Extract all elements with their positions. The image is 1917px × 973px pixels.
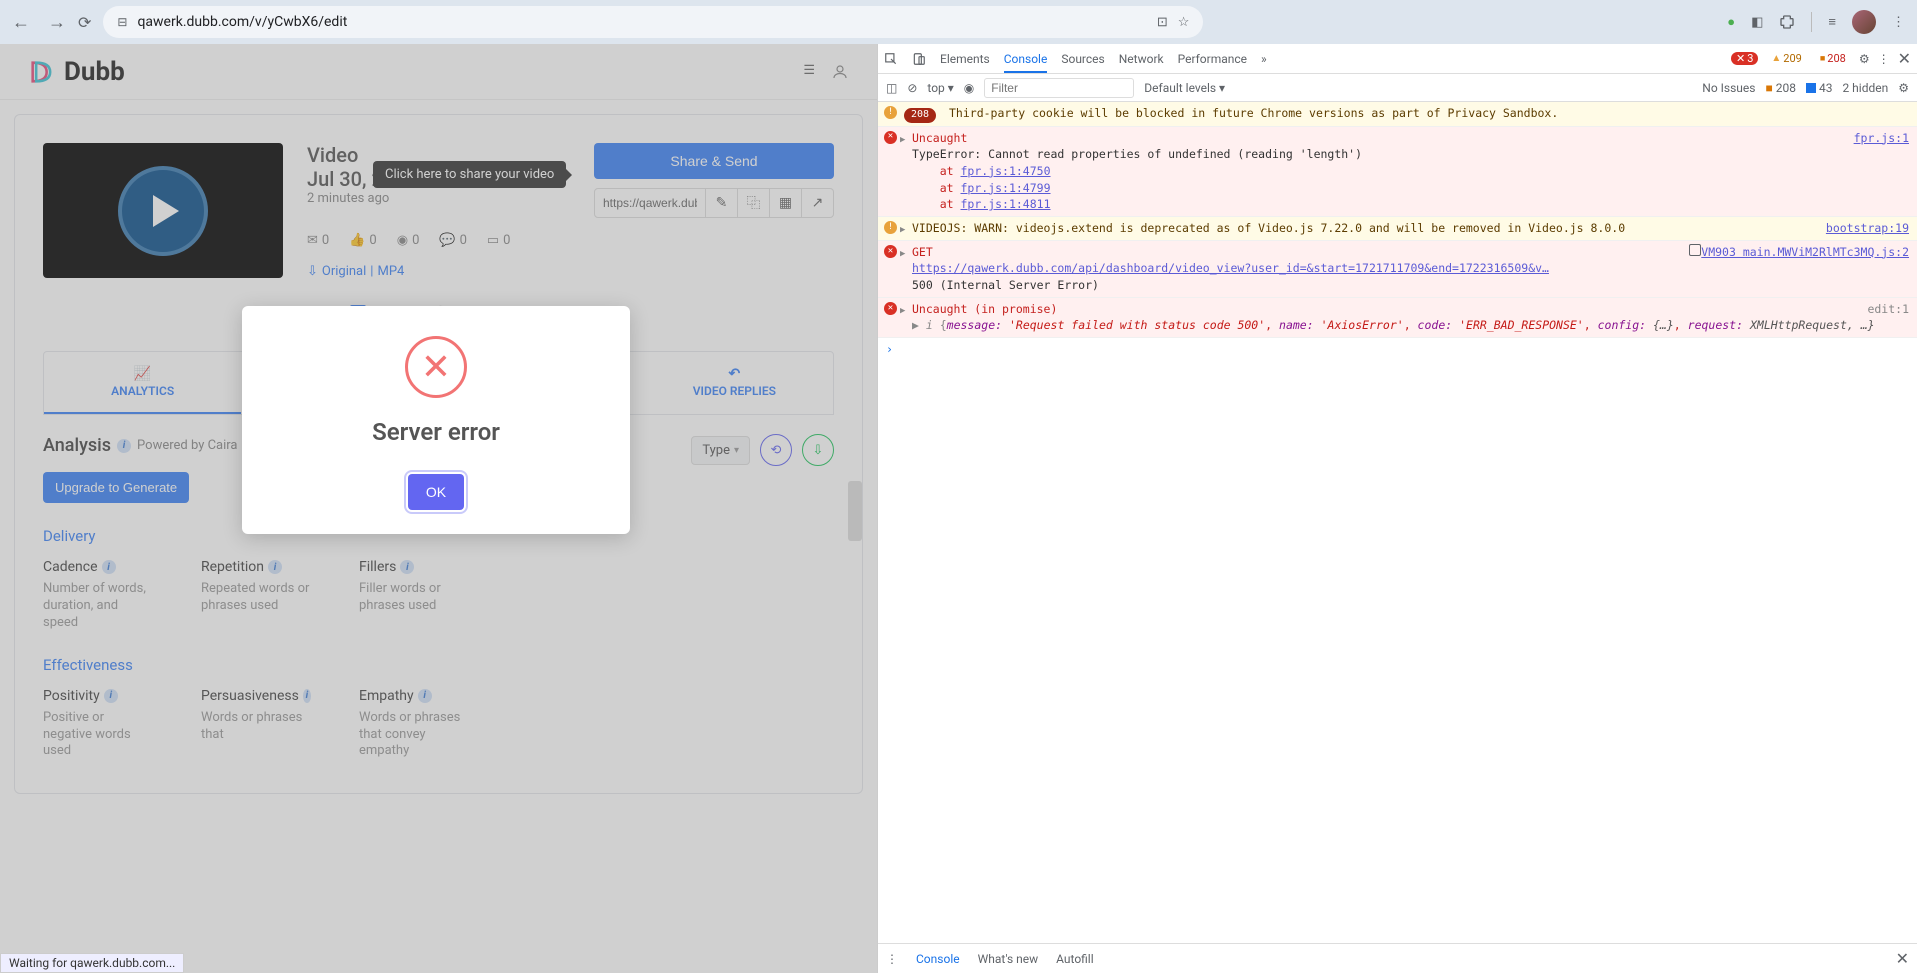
- log-promise-error[interactable]: ✕▶ edit:1 Uncaught (in promise) ▶ i {mes…: [878, 298, 1917, 338]
- browser-toolbar: ← → ⟳ ⊟ qawerk.dubb.com/v/yCwbX6/edit ⊡ …: [0, 0, 1917, 44]
- log-get-error[interactable]: ✕▶ VM903 main.MWViM2RlMTc3MQ.js:2 GET ht…: [878, 241, 1917, 298]
- more-tabs-icon[interactable]: »: [1261, 52, 1267, 66]
- back-button[interactable]: ←: [12, 12, 30, 33]
- address-bar[interactable]: ⊟ qawerk.dubb.com/v/yCwbX6/edit ⊡ ☆: [103, 6, 1203, 38]
- nav-arrows: ← →: [12, 12, 66, 33]
- context-selector[interactable]: top ▾: [927, 81, 953, 95]
- tab-console[interactable]: Console: [1004, 52, 1048, 73]
- url-text: qawerk.dubb.com/v/yCwbX6/edit: [137, 14, 1146, 30]
- devtools-tabs: Elements Console Sources Network Perform…: [878, 44, 1917, 74]
- tab-performance[interactable]: Performance: [1178, 52, 1247, 66]
- issues-msg-badge[interactable]: 43: [1806, 81, 1833, 95]
- log-videojs-warning[interactable]: !▶ bootstrap:19 VIDEOJS: WARN: videojs.e…: [878, 217, 1917, 241]
- settings-icon[interactable]: ⚙: [1859, 52, 1870, 66]
- extension-icon-1[interactable]: ●: [1727, 14, 1735, 30]
- tab-sources[interactable]: Sources: [1061, 52, 1104, 66]
- console-toolbar: ◫ ⊘ top ▾ ◉ Default levels ▾ No Issues ■…: [878, 74, 1917, 102]
- clear-console-icon[interactable]: ⊘: [907, 81, 917, 95]
- drawer-close-icon[interactable]: ✕: [1896, 949, 1909, 968]
- inspect-icon[interactable]: [884, 52, 898, 66]
- playlist-icon[interactable]: ≡: [1828, 14, 1836, 30]
- issues-warn-badge[interactable]: ■208: [1765, 81, 1795, 95]
- bookmark-icon[interactable]: ☆: [1178, 15, 1190, 30]
- devtools-drawer: ⋮ Console What's new Autofill ✕: [878, 943, 1917, 973]
- extensions-icon[interactable]: [1779, 14, 1795, 30]
- drawer-tab-console[interactable]: Console: [916, 952, 960, 966]
- issues-label[interactable]: No Issues: [1702, 81, 1755, 95]
- device-icon[interactable]: [912, 52, 926, 66]
- console-filter-input[interactable]: [984, 78, 1134, 98]
- info-count-badge[interactable]: 208: [1815, 52, 1851, 65]
- console-settings-icon[interactable]: ⚙: [1898, 81, 1909, 95]
- profile-avatar[interactable]: [1852, 10, 1876, 34]
- status-bar: Waiting for qawerk.dubb.com...: [0, 953, 184, 973]
- error-modal: ✕ Server error OK: [242, 306, 630, 534]
- drawer-tab-whatsnew[interactable]: What's new: [978, 952, 1039, 966]
- log-cookie-warning[interactable]: ! 208 Third-party cookie will be blocked…: [878, 102, 1917, 127]
- modal-ok-button[interactable]: OK: [408, 474, 464, 510]
- error-count-badge[interactable]: ✕ 3: [1731, 52, 1758, 65]
- log-uncaught-error[interactable]: ✕▶ fpr.js:1 Uncaught TypeError: Cannot r…: [878, 127, 1917, 217]
- extension-icon-2[interactable]: ◧: [1751, 15, 1763, 30]
- close-devtools-icon[interactable]: ✕: [1898, 49, 1911, 68]
- devtools-menu-icon[interactable]: ⋮: [1878, 52, 1890, 66]
- app-pane: Dubb ☰ Click here to share your video: [0, 44, 877, 973]
- levels-dropdown[interactable]: Default levels ▾: [1144, 81, 1225, 95]
- forward-button[interactable]: →: [48, 12, 66, 33]
- ext-source-icon: [1689, 244, 1701, 261]
- error-icon: ✕: [405, 336, 467, 398]
- site-controls-icon[interactable]: ⊟: [117, 15, 127, 29]
- devtools-panel: Elements Console Sources Network Perform…: [877, 44, 1917, 973]
- drawer-tab-autofill[interactable]: Autofill: [1056, 952, 1094, 966]
- live-expression-icon[interactable]: ◉: [964, 81, 974, 95]
- chrome-menu-icon[interactable]: ⋮: [1892, 15, 1905, 30]
- console-log[interactable]: ! 208 Third-party cookie will be blocked…: [878, 102, 1917, 943]
- hidden-count[interactable]: 2 hidden: [1842, 81, 1888, 95]
- translate-icon[interactable]: ⊡: [1157, 15, 1168, 30]
- warning-count-badge[interactable]: 209: [1766, 52, 1806, 65]
- console-prompt[interactable]: ›: [878, 338, 1917, 360]
- chrome-actions: ● ◧ ≡ ⋮: [1727, 10, 1905, 34]
- tab-network[interactable]: Network: [1119, 52, 1164, 66]
- tab-elements[interactable]: Elements: [940, 52, 990, 66]
- drawer-menu-icon[interactable]: ⋮: [886, 952, 898, 966]
- modal-title: Server error: [262, 418, 610, 446]
- reload-button[interactable]: ⟳: [78, 13, 91, 32]
- sidebar-toggle-icon[interactable]: ◫: [886, 81, 897, 95]
